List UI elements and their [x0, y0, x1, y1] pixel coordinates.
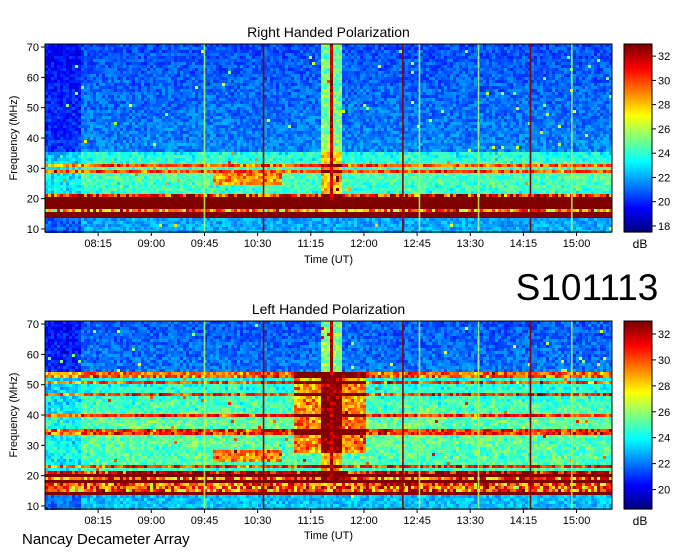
interference-line-dark-3 [530, 321, 532, 509]
colorbar-tick-label: 30 [658, 75, 670, 87]
y-tick-label: 70 [27, 319, 39, 331]
y-tick-label: 50 [27, 103, 39, 115]
interference-line-light-4 [571, 44, 573, 232]
station-id: S101113 [516, 267, 659, 308]
interference-line-light-2 [419, 44, 421, 232]
x-tick-label: 15:00 [563, 238, 591, 250]
interference-line-light-3 [478, 321, 480, 509]
x-tick-label: 09:00 [138, 238, 166, 250]
footer-label: Nancay Decameter Array [22, 531, 190, 548]
y-tick-label: 60 [27, 349, 39, 361]
y-tick-label: 20 [27, 471, 39, 483]
x-tick-label: 12:00 [350, 515, 378, 527]
x-tick-label: 08:15 [84, 238, 112, 250]
spectrogram-heatmap [45, 321, 612, 510]
interference-line-light-4 [571, 321, 573, 509]
x-tick-label: 11:15 [297, 515, 324, 527]
x-tick-label: 09:00 [138, 515, 166, 527]
interference-line-dark-1 [263, 44, 265, 232]
colorbar-tick-label: 24 [658, 433, 670, 445]
x-axis-label: Time (UT) [304, 530, 353, 542]
interference-line-light-2 [419, 321, 421, 509]
colorbar-tick-label: 20 [658, 197, 670, 209]
colorbar-label: dB [633, 514, 648, 528]
colorbar-tick-label: 28 [658, 381, 670, 393]
colorbar-tick-label: 22 [658, 172, 670, 184]
spectrogram-heatmap [45, 44, 612, 233]
x-tick-label: 12:00 [350, 238, 378, 250]
colorbar-tick-label: 32 [658, 329, 670, 341]
spectrogram-panel-1: Right Handed Polarization 10 20 30 40 50 60 70 0… [8, 24, 670, 266]
colorbar-tick-label: 24 [658, 148, 670, 160]
spectrogram-panel-2: Left Handed Polarization 10 20 30 40 50 60 70 08… [8, 301, 670, 542]
y-tick-label: 40 [27, 410, 39, 422]
y-tick-label: 50 [27, 380, 39, 392]
colorbar: 18 20 22 24 26 28 30 32 dB [624, 44, 670, 251]
colorbar-tick-label: 32 [658, 51, 670, 63]
interference-line-dark-1 [263, 321, 265, 509]
x-tick-label: 08:15 [84, 515, 112, 527]
interference-line-dark-3 [530, 44, 532, 232]
y-tick-label: 30 [27, 163, 39, 175]
colorbar-tick-label: 26 [658, 124, 670, 136]
spectrogram-figure: Right Handed Polarization 10 20 30 40 50 60 70 0… [0, 0, 680, 552]
x-axis-label: Time (UT) [304, 254, 353, 266]
interference-line-light-3 [478, 44, 480, 232]
x-tick-label: 15:00 [563, 515, 591, 527]
plot-title: Left Handed Polarization [252, 301, 405, 317]
plot-title: Right Handed Polarization [247, 24, 410, 40]
x-tick-label: 09:45 [191, 515, 219, 527]
x-tick-label: 13:30 [456, 238, 484, 250]
x-tick-label: 10:30 [244, 515, 272, 527]
x-tick-label: 14:15 [510, 238, 538, 250]
x-tick-label: 13:30 [456, 515, 484, 527]
x-tick-label: 14:15 [510, 515, 538, 527]
interference-line-light-1 [204, 321, 206, 509]
y-axis-label: Frequency (MHz) [8, 373, 20, 458]
x-tick-label: 11:15 [297, 238, 324, 250]
x-tick-label: 10:30 [244, 238, 272, 250]
colorbar-tick-label: 20 [658, 485, 670, 497]
y-axis-label: Frequency (MHz) [8, 96, 20, 181]
y-tick-label: 40 [27, 133, 39, 145]
x-tick-label: 12:45 [403, 238, 431, 250]
y-tick-label: 60 [27, 72, 39, 84]
interference-line-light-1 [204, 44, 206, 232]
y-tick-label: 70 [27, 42, 39, 54]
colorbar-tick-label: 22 [658, 459, 670, 471]
x-tick-label: 12:45 [403, 515, 431, 527]
y-tick-label: 10 [27, 501, 39, 513]
x-tick-label: 09:45 [191, 238, 219, 250]
colorbar-tick-label: 18 [658, 221, 670, 233]
colorbar-tick-label: 28 [658, 100, 670, 112]
interference-line-dark-2 [402, 321, 404, 509]
y-tick-label: 20 [27, 194, 39, 206]
colorbar-label: dB [633, 237, 648, 251]
y-tick-label: 30 [27, 440, 39, 452]
colorbar-tick-label: 30 [658, 355, 670, 367]
y-tick-label: 10 [27, 224, 39, 236]
interference-line-dark-2 [402, 44, 404, 232]
colorbar: 20 22 24 26 28 30 32 dB [624, 321, 670, 528]
colorbar-tick-label: 26 [658, 407, 670, 419]
